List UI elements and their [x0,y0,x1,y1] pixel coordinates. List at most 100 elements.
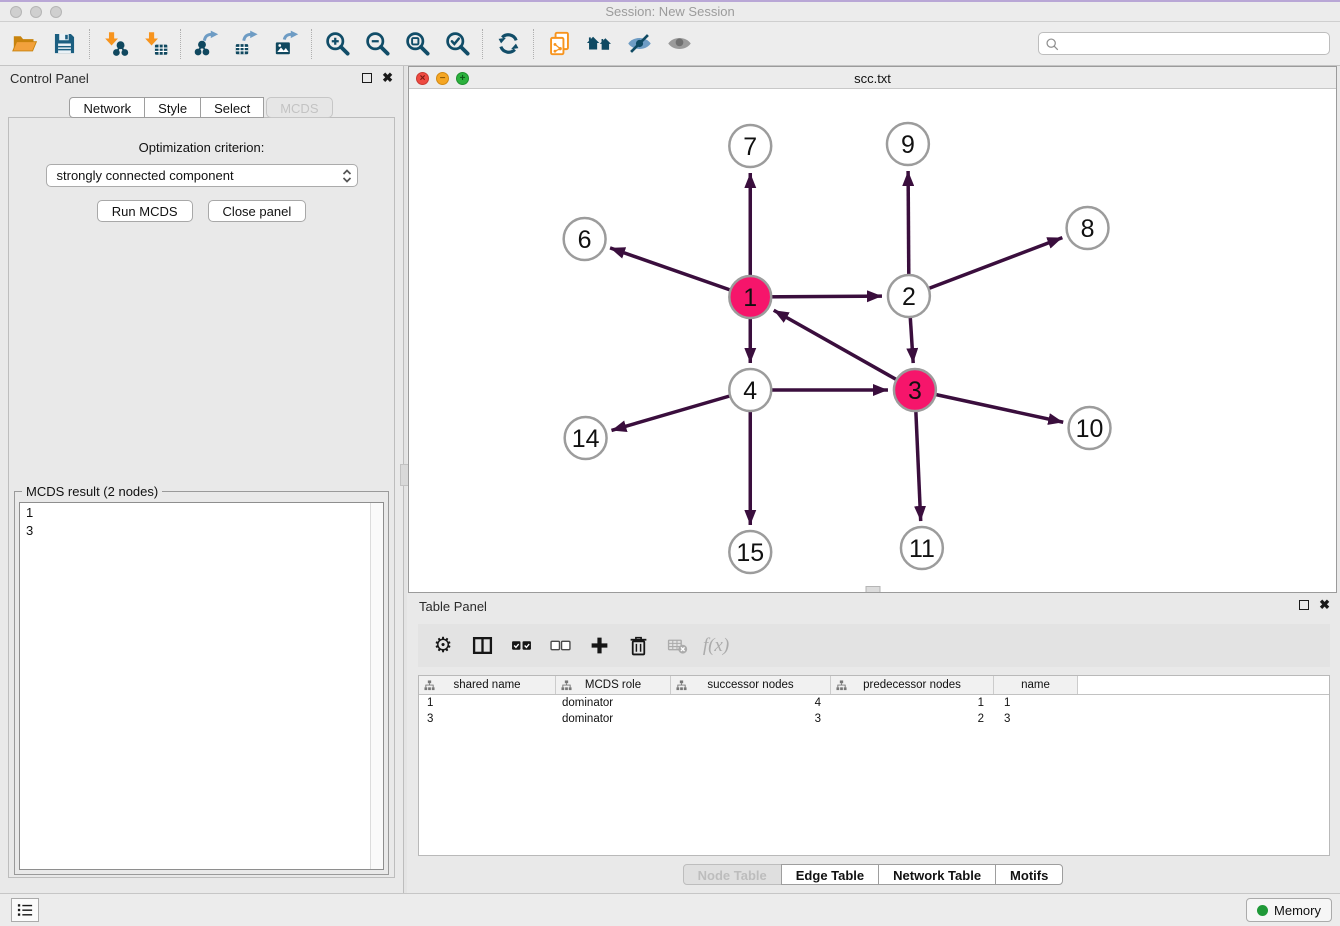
table-panel-float-button[interactable] [1299,600,1309,610]
function-builder-button[interactable]: f(x) [701,629,731,663]
reset-view-button[interactable] [579,25,619,63]
node-6[interactable]: 6 [564,218,606,260]
edge-2-8[interactable] [909,238,1062,296]
delete-columns-button[interactable] [623,629,653,663]
deselect-all-icon [550,635,571,656]
column-header-successor-nodes[interactable]: successor nodes [671,676,831,694]
deselect-all-rows-button[interactable] [545,629,575,663]
import-table-icon [142,30,169,57]
result-scrollbar[interactable] [370,503,383,869]
table-settings-button[interactable]: ⚙ [428,629,458,663]
list-icon [16,902,34,918]
select-all-rows-button[interactable] [506,629,536,663]
node-8[interactable]: 8 [1067,207,1109,249]
table-row[interactable]: 1 dominator 4 1 1 [419,695,1329,711]
tab-network-table[interactable]: Network Table [878,864,996,885]
cell-successor-nodes: 3 [671,713,831,725]
column-header-shared-name[interactable]: shared name [419,676,556,694]
tab-edge-table[interactable]: Edge Table [781,864,879,885]
mcds-result-item: 1 [20,503,383,521]
export-image-button[interactable] [266,25,306,63]
toolbar-separator [533,29,534,59]
table-row[interactable]: 3 dominator 3 2 3 [419,711,1329,727]
node-3[interactable]: 3 [894,369,936,411]
select-stepper-icon [340,168,354,184]
node-11[interactable]: 11 [901,527,943,569]
node-1[interactable]: 1 [729,276,771,318]
show-all-button[interactable] [659,25,699,63]
tab-mcds[interactable]: MCDS [266,97,332,118]
node-10[interactable]: 10 [1069,407,1111,449]
network-graph[interactable]: 7 9 6 8 1 2 4 3 14 10 15 11 [409,89,1336,592]
edge-1-6[interactable] [610,248,750,297]
export-table-button[interactable] [226,25,266,63]
cell-successor-nodes: 4 [671,697,831,709]
status-bar: Memory [0,893,1340,926]
tab-node-table[interactable]: Node Table [683,864,782,885]
select-all-icon [511,635,532,656]
delete-table-button[interactable] [662,629,692,663]
import-network-button[interactable] [95,25,135,63]
hide-selected-button[interactable] [619,25,659,63]
search-box[interactable] [1038,32,1330,55]
network-canvas[interactable]: 7 9 6 8 1 2 4 3 14 10 15 11 [409,89,1336,592]
double-home-icon [586,30,613,57]
column-type-icon [676,680,687,691]
app-titlebar: Session: New Session [0,0,1340,22]
node-table[interactable]: shared name MCDS role [418,675,1330,856]
zoom-out-button[interactable] [357,25,397,63]
run-mcds-button[interactable]: Run MCDS [97,200,193,222]
control-panel-float-button[interactable] [362,73,372,83]
refresh-view-button[interactable] [488,25,528,63]
application-window: Session: New Session [0,0,1340,926]
edge-3-10[interactable] [915,390,1063,422]
copy-current-view-button[interactable] [539,25,579,63]
column-header-predecessor-nodes[interactable]: predecessor nodes [831,676,994,694]
save-session-button[interactable] [44,25,84,63]
edge-3-1[interactable] [774,310,915,390]
table-panel-close-button[interactable]: ✖ [1319,599,1330,611]
open-session-button[interactable] [4,25,44,63]
import-table-button[interactable] [135,25,175,63]
cell-shared-name: 1 [419,697,556,709]
delete-table-icon [667,635,688,656]
show-columns-button[interactable] [467,629,497,663]
mcds-result-title: MCDS result (2 nodes) [22,484,162,499]
tab-select[interactable]: Select [200,97,264,118]
zoom-selected-button[interactable] [437,25,477,63]
network-window-resize-grip[interactable] [865,586,880,592]
svg-text:14: 14 [572,425,600,453]
column-header-name[interactable]: name [994,676,1078,694]
svg-text:2: 2 [902,283,916,311]
node-9[interactable]: 9 [887,123,929,165]
toolbar-separator [180,29,181,59]
node-4[interactable]: 4 [729,369,771,411]
memory-status-dot [1257,905,1268,916]
column-type-icon [561,680,572,691]
node-15[interactable]: 15 [729,531,771,573]
node-2[interactable]: 2 [888,275,930,317]
optimization-criterion-select[interactable]: strongly connected component [46,164,358,187]
tab-style[interactable]: Style [144,97,201,118]
titlebar-accent [0,0,1340,2]
mcds-result-list[interactable]: 1 3 [19,502,384,870]
export-network-button[interactable] [186,25,226,63]
cell-mcds-role: dominator [556,697,671,709]
zoom-fit-button[interactable] [397,25,437,63]
tab-motifs[interactable]: Motifs [995,864,1063,885]
memory-button[interactable]: Memory [1246,898,1332,922]
zoom-in-button[interactable] [317,25,357,63]
svg-text:15: 15 [736,539,764,567]
close-panel-button[interactable]: Close panel [208,200,307,222]
network-window-titlebar: × − + scc.txt [409,67,1336,89]
create-column-button[interactable] [584,629,614,663]
node-7[interactable]: 7 [729,125,771,167]
svg-text:9: 9 [901,131,915,159]
tab-network[interactable]: Network [69,97,145,118]
copy-view-icon [546,30,573,57]
task-history-button[interactable] [11,898,39,922]
node-14[interactable]: 14 [565,417,607,459]
control-panel-close-button[interactable]: ✖ [382,72,393,84]
search-input[interactable] [1059,37,1323,51]
column-header-mcds-role[interactable]: MCDS role [556,676,671,694]
